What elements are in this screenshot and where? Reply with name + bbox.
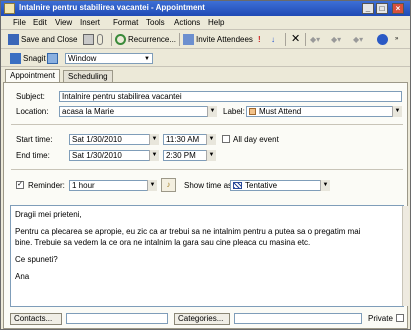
tab-scheduling[interactable]: Scheduling	[63, 70, 113, 82]
next-item-icon[interactable]: ◆▾	[331, 33, 341, 46]
help-icon	[377, 34, 388, 46]
menu-tools[interactable]: Tools	[146, 18, 165, 27]
contacts-input[interactable]	[66, 313, 168, 324]
save-icon	[8, 34, 19, 46]
recurrence-icon	[115, 34, 126, 46]
contacts-button[interactable]: Contacts...	[10, 313, 62, 325]
chevron-down-icon[interactable]: ▼	[392, 106, 402, 117]
start-time-label: Start time:	[16, 135, 53, 144]
menu-edit[interactable]: Edit	[33, 18, 47, 27]
forward-icon[interactable]: ◆▾	[353, 33, 363, 46]
all-day-label: All day event	[233, 135, 279, 144]
label-select[interactable]: Must Attend	[246, 106, 402, 117]
help-button[interactable]	[377, 33, 390, 46]
menu-actions[interactable]: Actions	[174, 18, 200, 27]
all-day-checkbox[interactable]	[222, 135, 230, 143]
high-importance-button[interactable]: !	[258, 33, 261, 46]
chevron-down-icon: ▼	[144, 56, 150, 62]
body-line: Pentru ca plecarea se apropie, eu zic ca…	[15, 227, 361, 236]
window-title: Intalnire pentru stabilirea vacantei - A…	[19, 3, 205, 12]
tab-appointment[interactable]: Appointment	[5, 69, 60, 82]
body-line: bine. Trebuie sa vedem la ce ora ne inta…	[15, 238, 311, 247]
tab-strip: Appointment Scheduling	[1, 68, 410, 82]
end-time-label: End time:	[16, 151, 50, 160]
standard-toolbar: Save and Close Recurrence... Invite Atte…	[1, 30, 410, 49]
snagit-icon	[10, 53, 21, 65]
location-label: Location:	[16, 107, 49, 116]
snagit-capture-button[interactable]	[47, 52, 60, 65]
end-date-input[interactable]: Sat 1/30/2010	[69, 150, 159, 161]
reminder-select[interactable]: 1 hour	[69, 180, 157, 191]
chevron-down-icon[interactable]: ▼	[206, 150, 216, 161]
close-button[interactable]: ×	[392, 3, 404, 14]
body-line: Ana	[15, 272, 30, 281]
menu-insert[interactable]: Insert	[80, 18, 100, 27]
categories-input[interactable]	[234, 313, 362, 324]
body-scrollbar[interactable]	[402, 206, 409, 306]
toolbar-options-icon[interactable]: »	[395, 33, 398, 46]
chevron-down-icon[interactable]: ▼	[147, 180, 157, 191]
paperclip-icon	[97, 34, 103, 46]
chevron-down-icon[interactable]: ▼	[149, 150, 159, 161]
appointment-window: Intalnire pentru stabilirea vacantei - A…	[0, 0, 411, 330]
chevron-down-icon[interactable]: ▼	[207, 106, 217, 117]
reminder-checkbox[interactable]: ✓	[16, 181, 24, 189]
subject-input[interactable]: Intalnire pentru stabilirea vacantei	[59, 91, 402, 102]
recurrence-button[interactable]: Recurrence...	[115, 33, 176, 46]
snagit-toolbar: Snagit Window ▼	[1, 49, 410, 67]
snagit-button[interactable]: Snagit	[10, 52, 46, 65]
appointment-panel: Subject: Intalnire pentru stabilirea vac…	[3, 82, 409, 329]
subject-label: Subject:	[16, 92, 45, 101]
previous-item-icon[interactable]: ◆▾	[310, 33, 320, 46]
maximize-button[interactable]: □	[376, 3, 388, 14]
print-icon	[83, 34, 94, 46]
menu-help[interactable]: Help	[208, 18, 224, 27]
show-time-as-label: Show time as:	[184, 181, 235, 190]
body-line: Dragii mei prieteni,	[15, 210, 82, 219]
private-checkbox[interactable]	[396, 314, 404, 322]
snagit-profile-select[interactable]: Window	[65, 53, 153, 64]
start-date-input[interactable]: Sat 1/30/2010	[69, 134, 159, 145]
title-bar[interactable]: Intalnire pentru stabilirea vacantei - A…	[1, 1, 410, 16]
minimize-button[interactable]: _	[362, 3, 374, 14]
capture-icon	[47, 53, 58, 65]
attach-button[interactable]	[97, 33, 105, 46]
reminder-sound-icon[interactable]: ♪	[161, 178, 176, 192]
invite-attendees-button[interactable]: Invite Attendees	[183, 33, 253, 46]
attendees-icon	[183, 34, 194, 46]
chevron-down-icon[interactable]: ▼	[149, 134, 159, 145]
low-importance-button[interactable]: ↓	[271, 33, 275, 46]
menu-bar: File Edit View Insert Format Tools Actio…	[1, 16, 410, 30]
tentative-swatch	[233, 182, 242, 190]
appointment-icon	[4, 3, 15, 14]
notes-body[interactable]: Dragii mei prieteni, Pentru ca plecarea …	[10, 205, 404, 307]
print-button[interactable]	[83, 33, 96, 46]
body-line: Ce spuneti?	[15, 255, 58, 264]
private-label: Private	[368, 314, 393, 323]
categories-button[interactable]: Categories...	[174, 313, 230, 325]
label-color-swatch	[249, 108, 256, 116]
chevron-down-icon[interactable]: ▼	[206, 134, 216, 145]
chevron-down-icon[interactable]: ▼	[320, 180, 330, 191]
show-time-as-select[interactable]: Tentative	[230, 180, 330, 191]
delete-icon[interactable]: ✕	[291, 33, 300, 46]
save-close-button[interactable]: Save and Close	[8, 33, 77, 46]
menu-format[interactable]: Format	[113, 18, 138, 27]
location-input[interactable]: acasa la Marie	[59, 106, 217, 117]
menu-view[interactable]: View	[55, 18, 72, 27]
label-label: Label:	[223, 107, 245, 116]
reminder-label: Reminder:	[28, 181, 65, 190]
menu-file[interactable]: File	[13, 18, 26, 27]
